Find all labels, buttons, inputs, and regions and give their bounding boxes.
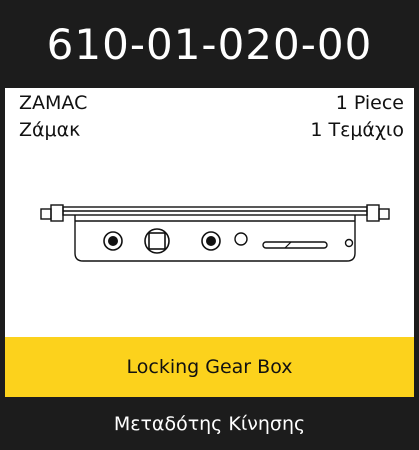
product-name-english-band: Locking Gear Box	[5, 337, 414, 397]
quantity-en: 1 Piece	[335, 92, 404, 114]
quantity-gr: 1 Τεμάχιο	[310, 119, 404, 141]
info-row-greek: Ζάμακ 1 Τεμάχιο	[19, 119, 404, 141]
product-code-header: 610-01-020-00	[5, 0, 414, 88]
product-name-en: Locking Gear Box	[126, 356, 293, 378]
gear-box-drawing-icon	[40, 204, 390, 262]
product-name-gr: Μεταδότης Κίνησης	[113, 412, 306, 435]
product-name-greek-band: Μεταδότης Κίνησης	[5, 397, 414, 450]
product-card: 610-01-020-00 ZAMAC 1 Piece Ζάμακ 1 Τεμά…	[0, 0, 419, 450]
material-gr: Ζάμακ	[19, 119, 81, 141]
info-row-english: ZAMAC 1 Piece	[19, 92, 404, 114]
material-en: ZAMAC	[19, 92, 88, 114]
product-code: 610-01-020-00	[46, 19, 373, 69]
